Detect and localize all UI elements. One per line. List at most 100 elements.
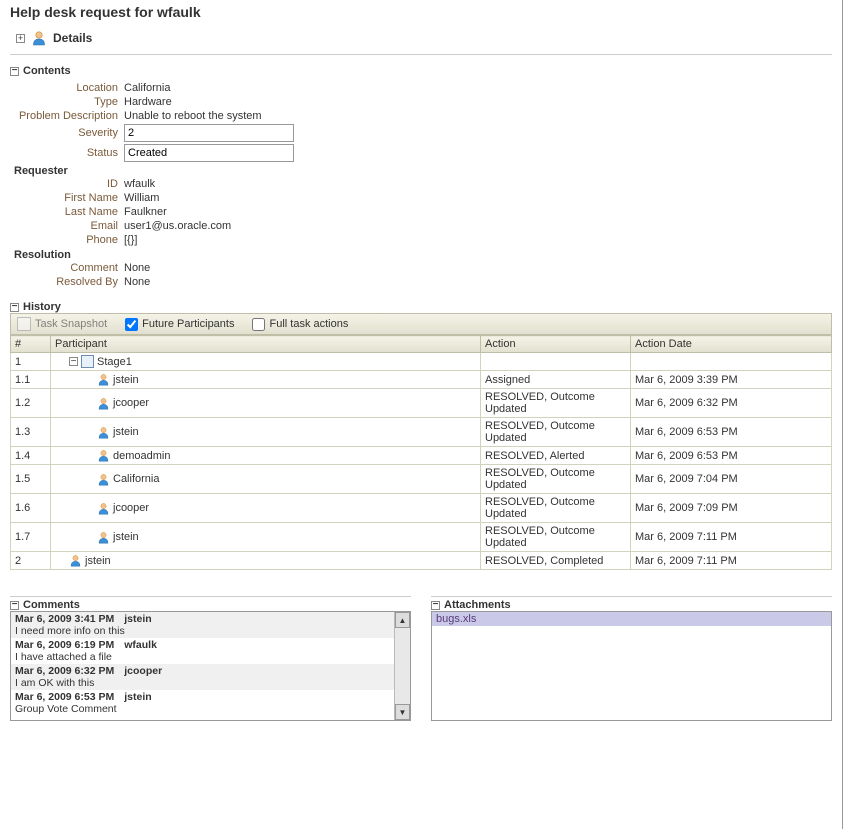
cell-action: RESOLVED, Outcome Updated bbox=[481, 494, 631, 523]
attachment-item[interactable]: bugs.xls bbox=[432, 612, 831, 626]
snapshot-icon bbox=[17, 317, 31, 331]
comment-item[interactable]: Mar 6, 2009 6:32 PMjcooperI am OK with t… bbox=[11, 664, 394, 690]
cell-date: Mar 6, 2009 7:04 PM bbox=[631, 465, 832, 494]
col-date[interactable]: Action Date bbox=[631, 336, 832, 353]
field-label: Problem Description bbox=[10, 110, 124, 122]
scrollbar[interactable]: ▲ ▼ bbox=[394, 612, 410, 720]
participant-label: jcooper bbox=[113, 502, 149, 514]
col-participant[interactable]: Participant bbox=[51, 336, 481, 353]
future-participants-checkbox-row[interactable]: Future Participants bbox=[125, 318, 234, 331]
cell-participant: jcooper bbox=[51, 494, 481, 523]
comment-text: Group Vote Comment bbox=[15, 703, 390, 715]
table-row[interactable]: 1−Stage1 bbox=[11, 353, 832, 371]
cell-action: RESOLVED, Outcome Updated bbox=[481, 389, 631, 418]
table-row[interactable]: 1.5CaliforniaRESOLVED, Outcome UpdatedMa… bbox=[11, 465, 832, 494]
field-label: Status bbox=[10, 147, 124, 159]
attachments-title: Attachments bbox=[444, 599, 511, 611]
future-participants-checkbox[interactable] bbox=[125, 318, 138, 331]
status-input[interactable] bbox=[124, 144, 294, 162]
field-label: ID bbox=[10, 178, 124, 190]
field-value: None bbox=[124, 276, 150, 288]
table-row[interactable]: 1.4demoadminRESOLVED, AlertedMar 6, 2009… bbox=[11, 447, 832, 465]
details-row: + Details bbox=[10, 26, 832, 55]
participant-label: jstein bbox=[113, 426, 139, 438]
field-label: Phone bbox=[10, 234, 124, 246]
cell-date bbox=[631, 353, 832, 371]
contents-title: Contents bbox=[23, 65, 71, 77]
comment-timestamp: Mar 6, 2009 6:32 PM bbox=[15, 665, 114, 677]
table-row[interactable]: 1.7jsteinRESOLVED, Outcome UpdatedMar 6,… bbox=[11, 523, 832, 552]
comment-item[interactable]: Mar 6, 2009 6:19 PMwfaulkI have attached… bbox=[11, 638, 394, 664]
field-value: [{}] bbox=[124, 234, 137, 246]
expander-plus-icon[interactable]: + bbox=[16, 34, 25, 43]
severity-input[interactable] bbox=[124, 124, 294, 142]
cell-participant: California bbox=[51, 465, 481, 494]
comments-title: Comments bbox=[23, 599, 80, 611]
cell-num: 1.6 bbox=[11, 494, 51, 523]
table-row[interactable]: 1.2jcooperRESOLVED, Outcome UpdatedMar 6… bbox=[11, 389, 832, 418]
collapser-minus-icon[interactable]: − bbox=[10, 601, 19, 610]
col-action[interactable]: Action bbox=[481, 336, 631, 353]
table-row[interactable]: 1.1jsteinAssignedMar 6, 2009 3:39 PM bbox=[11, 371, 832, 389]
cell-action bbox=[481, 353, 631, 371]
comment-item[interactable]: Mar 6, 2009 3:41 PMjsteinI need more inf… bbox=[11, 612, 394, 638]
tree-collapser-icon[interactable]: − bbox=[69, 357, 78, 366]
cell-num: 1.7 bbox=[11, 523, 51, 552]
participant-label: California bbox=[113, 473, 159, 485]
collapser-minus-icon[interactable]: − bbox=[431, 601, 440, 610]
cell-date: Mar 6, 2009 6:53 PM bbox=[631, 447, 832, 465]
cell-num: 1.5 bbox=[11, 465, 51, 494]
field-value: None bbox=[124, 262, 150, 274]
cell-participant: − Stage1 bbox=[51, 353, 481, 371]
field-value: Hardware bbox=[124, 96, 172, 108]
checkbox-label: Full task actions bbox=[269, 318, 348, 330]
cell-participant: jstein bbox=[51, 523, 481, 552]
comment-author: jstein bbox=[124, 613, 151, 625]
comments-panel: − Comments Mar 6, 2009 3:41 PMjsteinI ne… bbox=[10, 596, 411, 721]
scroll-up-icon[interactable]: ▲ bbox=[395, 612, 410, 628]
comment-timestamp: Mar 6, 2009 3:41 PM bbox=[15, 613, 114, 625]
resolution-heading: Resolution bbox=[14, 249, 832, 261]
comment-author: jstein bbox=[124, 691, 151, 703]
history-toolbar: Task Snapshot Future Participants Full t… bbox=[10, 313, 832, 335]
field-label: Last Name bbox=[10, 206, 124, 218]
participant-label: jstein bbox=[113, 531, 139, 543]
table-row[interactable]: 1.6 jcooper RESOLVED, Outcome UpdatedMar 6… bbox=[11, 494, 832, 523]
field-type: Type Hardware bbox=[10, 95, 832, 109]
field-label: First Name bbox=[10, 192, 124, 204]
cell-action: RESOLVED, Outcome Updated bbox=[481, 523, 631, 552]
cell-action: RESOLVED, Alerted bbox=[481, 447, 631, 465]
table-row[interactable]: 1.3jsteinRESOLVED, Outcome UpdatedMar 6,… bbox=[11, 418, 832, 447]
cell-action: RESOLVED, Outcome Updated bbox=[481, 418, 631, 447]
full-task-actions-checkbox[interactable] bbox=[252, 318, 265, 331]
table-row[interactable]: 2jsteinRESOLVED, CompletedMar 6, 2009 7:… bbox=[11, 552, 832, 570]
cell-action: Assigned bbox=[481, 371, 631, 389]
attachments-box: bugs.xls bbox=[431, 611, 832, 721]
cell-num: 2 bbox=[11, 552, 51, 570]
cell-date: Mar 6, 2009 7:09 PM bbox=[631, 494, 832, 523]
field-label: Location bbox=[10, 82, 124, 94]
cell-action: RESOLVED, Completed bbox=[481, 552, 631, 570]
stage-icon bbox=[81, 355, 94, 368]
collapser-minus-icon[interactable]: − bbox=[10, 303, 19, 312]
col-num[interactable]: # bbox=[11, 336, 51, 353]
history-title: History bbox=[23, 301, 61, 313]
task-snapshot-button[interactable]: Task Snapshot bbox=[17, 317, 107, 331]
full-task-actions-checkbox-row[interactable]: Full task actions bbox=[252, 318, 348, 331]
attachments-panel: − Attachments bugs.xls bbox=[431, 596, 832, 721]
comment-timestamp: Mar 6, 2009 6:53 PM bbox=[15, 691, 114, 703]
page-title: Help desk request for wfaulk bbox=[10, 4, 832, 20]
field-label: Severity bbox=[10, 127, 124, 139]
participant-label: Stage1 bbox=[97, 356, 132, 368]
cell-participant: jstein bbox=[51, 418, 481, 447]
history-section: − History Task Snapshot Future Participa… bbox=[10, 301, 832, 570]
field-value: wfaulk bbox=[124, 178, 155, 190]
field-label: Resolved By bbox=[10, 276, 124, 288]
scroll-down-icon[interactable]: ▼ bbox=[395, 704, 410, 720]
cell-participant: demoadmin bbox=[51, 447, 481, 465]
requester-heading: Requester bbox=[14, 165, 832, 177]
collapser-minus-icon[interactable]: − bbox=[10, 67, 19, 76]
comment-item[interactable]: Mar 6, 2009 6:53 PM jsteinGroup Vote Comm… bbox=[11, 690, 394, 716]
participant-label: jcooper bbox=[113, 397, 149, 409]
cell-num: 1.1 bbox=[11, 371, 51, 389]
